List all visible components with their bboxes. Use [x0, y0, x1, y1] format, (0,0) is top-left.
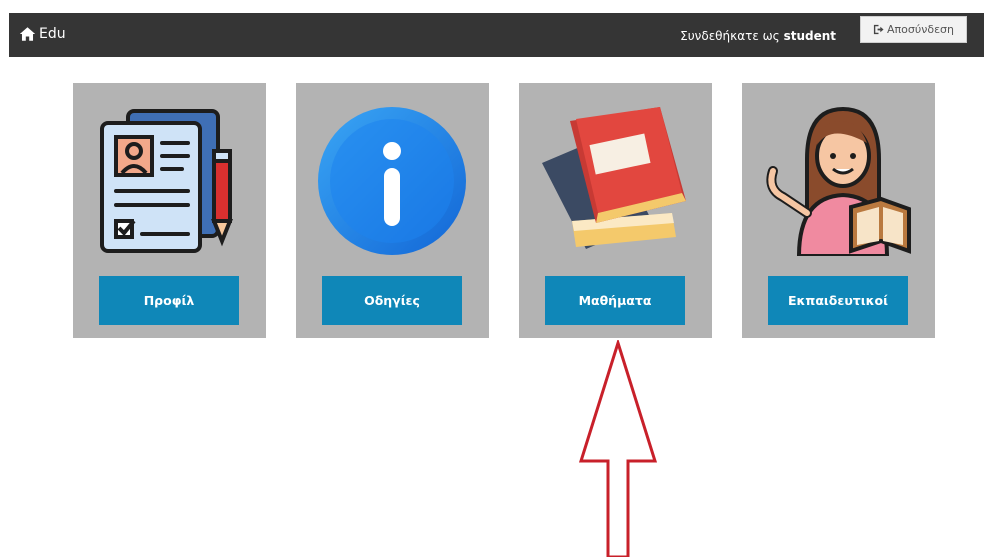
- card-profile: Προφίλ: [73, 83, 266, 338]
- logout-icon: [873, 24, 884, 35]
- username: student: [783, 29, 836, 43]
- profile-button[interactable]: Προφίλ: [99, 276, 239, 325]
- logged-in-status: Συνδεθήκατε ως student: [680, 29, 836, 43]
- brand-link[interactable]: Edu: [19, 26, 66, 42]
- brand-label: Edu: [39, 26, 66, 42]
- logout-label: Αποσύνδεση: [887, 23, 954, 36]
- instructions-button[interactable]: Οδηγίες: [322, 276, 462, 325]
- up-arrow-annotation: [578, 340, 658, 557]
- info-icon: [318, 107, 466, 255]
- logout-button[interactable]: Αποσύνδεση: [860, 16, 967, 43]
- teachers-button[interactable]: Εκπαιδευτικοί: [768, 276, 908, 325]
- card-teachers: Εκπαιδευτικοί: [742, 83, 935, 338]
- books-icon: [542, 107, 686, 249]
- top-navbar: Edu Συνδεθήκατε ως student Αποσύνδεση: [9, 13, 984, 57]
- card-courses: Μαθήματα: [519, 83, 712, 338]
- logged-in-prefix: Συνδεθήκατε ως: [680, 29, 780, 43]
- profile-document-icon: [100, 109, 233, 253]
- courses-button[interactable]: Μαθήματα: [545, 276, 685, 325]
- card-instructions: Οδηγίες: [296, 83, 489, 338]
- teacher-icon: [766, 106, 911, 256]
- home-icon: [19, 27, 36, 41]
